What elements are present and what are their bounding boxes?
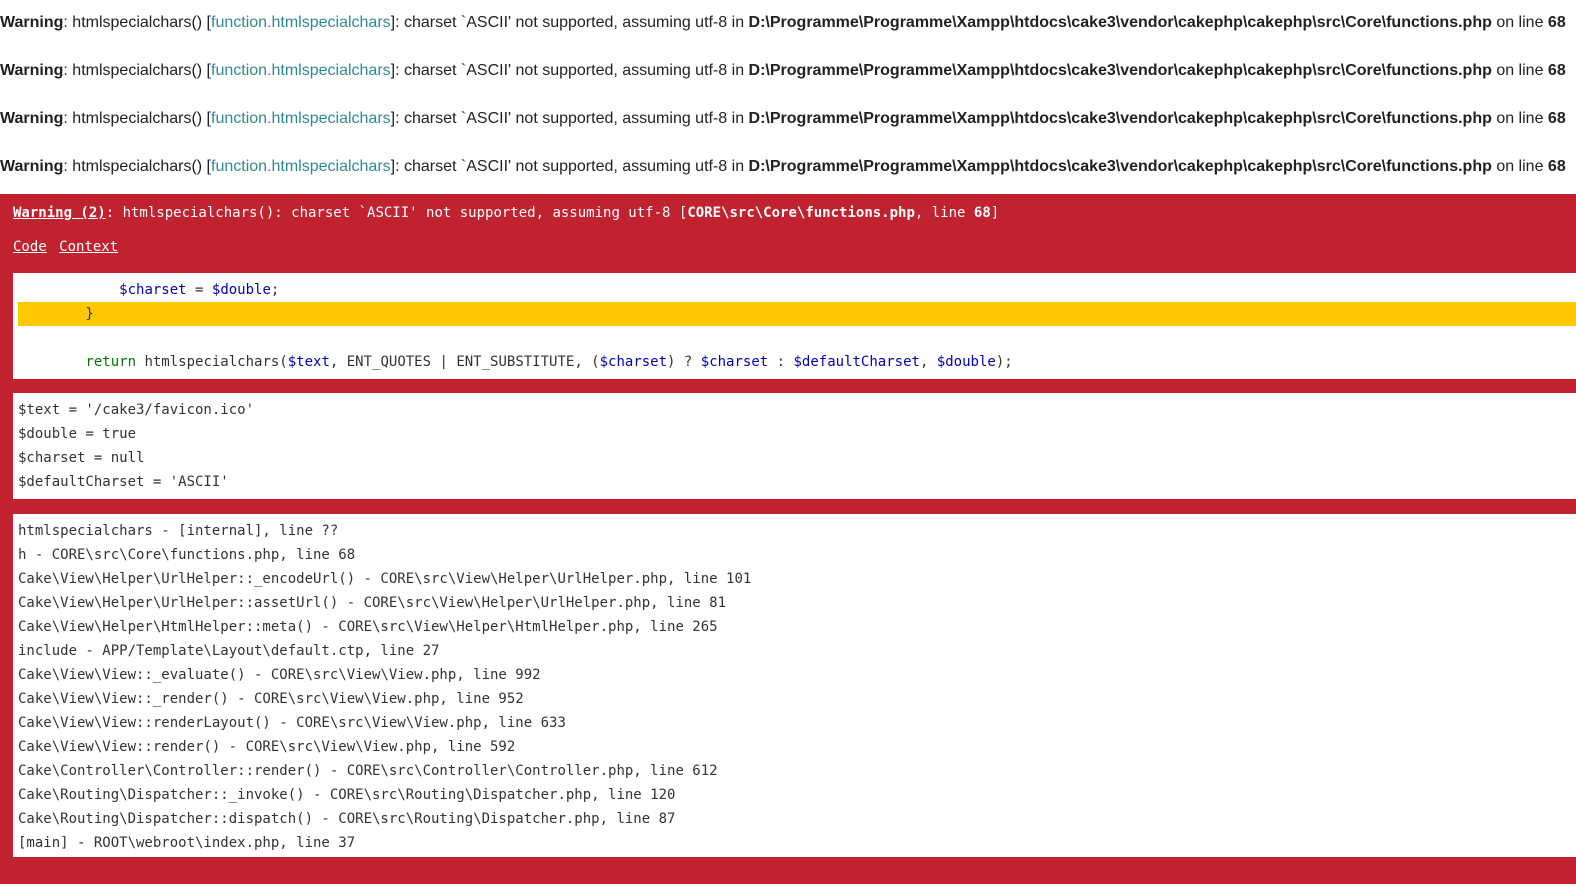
code-line: return htmlspecialchars($text, ENT_QUOTE… [85, 354, 1013, 370]
code-toggle-link[interactable]: Code [13, 239, 47, 255]
error-level-link[interactable]: Warning (2) [13, 205, 106, 221]
warning-label: Warning [0, 158, 64, 175]
warning-on-line: on line [1496, 110, 1544, 127]
error-toggle-links: Code Context [13, 238, 122, 256]
function-doc-link[interactable]: function.htmlspecialchars [211, 14, 391, 31]
warning-bracket-open: [ [202, 158, 211, 175]
context-toggle-link[interactable]: Context [59, 239, 118, 255]
warning-file: D:\Programme\Programme\Xampp\htdocs\cake… [748, 110, 1492, 127]
warning-on-line: on line [1496, 14, 1544, 31]
warning-colon: : [63, 110, 73, 127]
stack-trace-line: Cake\Routing\Dispatcher::dispatch() - CO… [18, 811, 676, 827]
warning-bracket-close: ]: [390, 110, 404, 127]
warning-bracket-close: ]: [390, 62, 404, 79]
function-doc-link[interactable]: function.htmlspecialchars [211, 110, 391, 127]
warning-file: D:\Programme\Programme\Xampp\htdocs\cake… [748, 158, 1492, 175]
warning-line-number: 68 [1547, 110, 1566, 127]
warning-file: D:\Programme\Programme\Xampp\htdocs\cake… [748, 62, 1492, 79]
warning-function: htmlspecialchars() [72, 110, 203, 127]
warning-function: htmlspecialchars() [72, 158, 203, 175]
php-warnings-list: Warning: htmlspecialchars() [function.ht… [0, 0, 1576, 205]
warning-file: D:\Programme\Programme\Xampp\htdocs\cake… [748, 14, 1492, 31]
warning-on-line: on line [1496, 62, 1544, 79]
stack-trace-line: include - APP/Template\Layout\default.ct… [18, 643, 440, 659]
stack-trace-panel: htmlspecialchars - [internal], line ?? h … [13, 514, 1576, 857]
error-header: Warning (2): htmlspecialchars(): charset… [13, 204, 999, 222]
warning-colon: : [63, 62, 73, 79]
context-panel: $text = '/cake3/favicon.ico' $double = tr… [13, 393, 1576, 499]
warning-message: charset `ASCII' not supported, assuming … [403, 62, 745, 79]
warning-line-number: 68 [1547, 62, 1566, 79]
function-doc-link[interactable]: function.htmlspecialchars [211, 158, 391, 175]
php-warning-row: Warning: htmlspecialchars() [function.ht… [0, 61, 1576, 109]
stack-trace-line: Cake\View\View::_evaluate() - CORE\src\V… [18, 667, 541, 683]
code-line: $charset = $double; [119, 282, 280, 298]
stack-trace-line: Cake\View\Helper\UrlHelper::assetUrl() -… [18, 595, 727, 611]
warning-on-line: on line [1496, 158, 1544, 175]
stack-trace-line: Cake\View\Helper\UrlHelper::_encodeUrl()… [18, 571, 752, 587]
stack-trace-line: Cake\View\View::_render() - CORE\src\Vie… [18, 691, 524, 707]
error-line-number: 68 [973, 205, 991, 221]
error-close-bracket: ] [990, 205, 1000, 221]
code-line-highlighted: } [18, 302, 1576, 326]
warning-bracket-close: ]: [390, 158, 404, 175]
code-excerpt-panel: $charset = $double; } return htmlspecial… [13, 273, 1576, 379]
error-file: CORE\src\Core\functions.php [687, 205, 915, 221]
cake-error-box: Warning (2): htmlspecialchars(): charset… [0, 194, 1576, 884]
stack-trace-line: Cake\View\Helper\HtmlHelper::meta() - CO… [18, 619, 718, 635]
context-variable-line: $defaultCharset = 'ASCII' [18, 474, 229, 490]
warning-function: htmlspecialchars() [72, 14, 203, 31]
warning-colon: : [63, 14, 73, 31]
stack-trace-line: h - CORE\src\Core\functions.php, line 68 [18, 547, 356, 563]
warning-bracket-close: ]: [390, 14, 404, 31]
warning-bracket-open: [ [202, 62, 211, 79]
stack-trace-line: [main] - ROOT\webroot\index.php, line 37 [18, 835, 356, 851]
function-doc-link[interactable]: function.htmlspecialchars [211, 62, 391, 79]
stack-trace-line: htmlspecialchars - [internal], line ?? [18, 523, 339, 539]
warning-message: charset `ASCII' not supported, assuming … [403, 110, 745, 127]
warning-colon: : [63, 158, 73, 175]
warning-label: Warning [0, 62, 64, 79]
warning-message: charset `ASCII' not supported, assuming … [403, 158, 745, 175]
stack-trace-line: Cake\View\View::renderLayout() - CORE\sr… [18, 715, 566, 731]
context-variable-line: $double = true [18, 426, 137, 442]
warning-message: charset `ASCII' not supported, assuming … [403, 14, 745, 31]
stack-trace-line: Cake\Controller\Controller::render() - C… [18, 763, 718, 779]
warning-label: Warning [0, 110, 64, 127]
stack-trace-line: Cake\View\View::render() - CORE\src\View… [18, 739, 516, 755]
warning-bracket-open: [ [202, 14, 211, 31]
context-variable-line: $text = '/cake3/favicon.ico' [18, 402, 255, 418]
warning-function: htmlspecialchars() [72, 62, 203, 79]
error-line-prefix: , line [914, 205, 974, 221]
warning-bracket-open: [ [202, 110, 211, 127]
warning-line-number: 68 [1547, 14, 1566, 31]
warning-label: Warning [0, 14, 64, 31]
context-variable-line: $charset = null [18, 450, 145, 466]
php-warning-row: Warning: htmlspecialchars() [function.ht… [0, 109, 1576, 157]
warning-line-number: 68 [1547, 158, 1566, 175]
error-message: : htmlspecialchars(): charset `ASCII' no… [105, 205, 688, 221]
stack-trace-line: Cake\Routing\Dispatcher::_invoke() - COR… [18, 787, 676, 803]
php-warning-row: Warning: htmlspecialchars() [function.ht… [0, 13, 1576, 61]
